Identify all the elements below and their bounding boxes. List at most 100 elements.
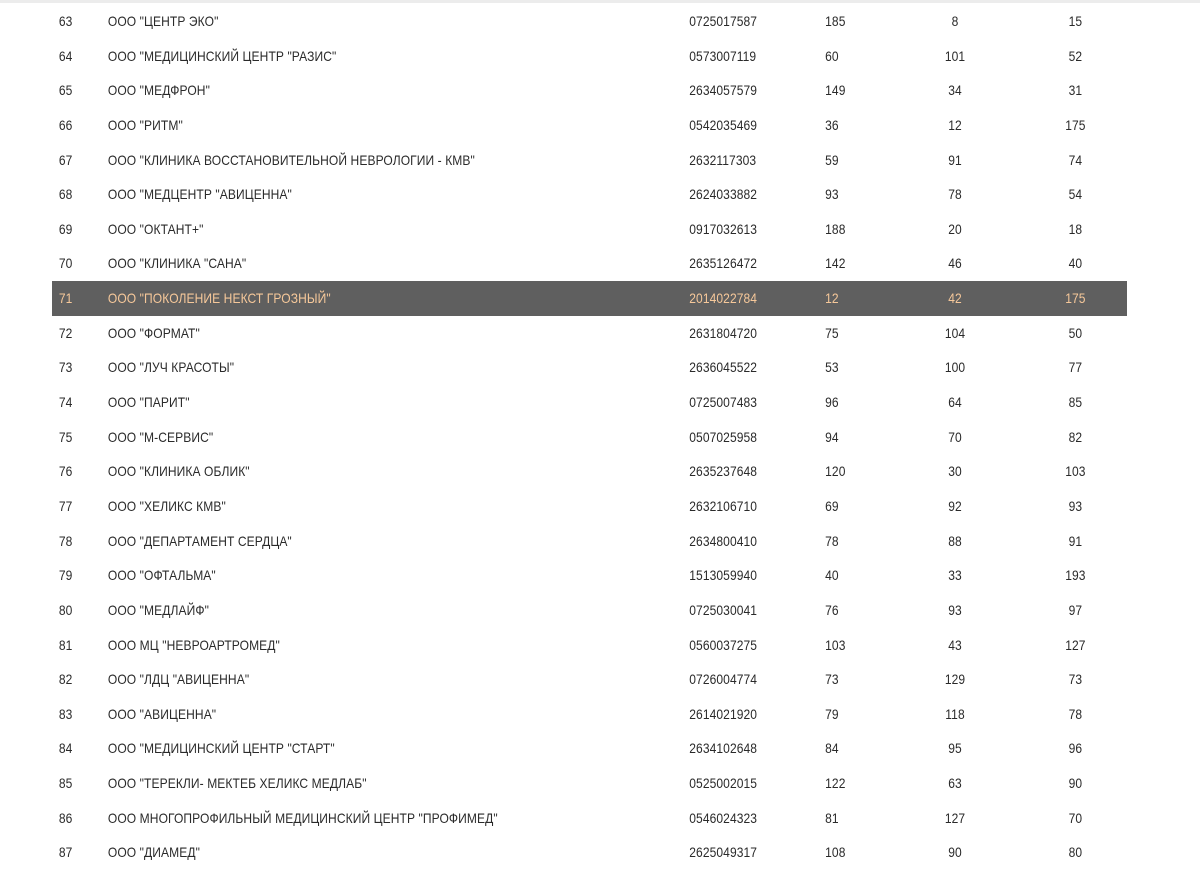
score-c: 18 xyxy=(1068,220,1083,237)
organization-name: ООО "ОФТАЛЬМА" xyxy=(107,567,216,584)
score-b: 33 xyxy=(948,567,962,584)
table-row: 69 ООО "ОКТАНТ+" 0917032613 188 20 18 xyxy=(52,212,1127,247)
score-a: 142 xyxy=(825,255,846,272)
table-row: 64 ООО "МЕДИЦИНСКИЙ ЦЕНТР "РАЗИС" 05730071… xyxy=(52,39,1127,74)
score-a: 36 xyxy=(825,116,839,133)
score-b: 12 xyxy=(948,116,962,133)
table-row: 86 ООО МНОГОПРОФИЛЬНЫЙ МЕДИЦИНСКИЙ ЦЕНТР … xyxy=(52,801,1127,836)
score-a: 185 xyxy=(825,13,846,29)
score-a: 108 xyxy=(825,844,846,861)
organization-name: ООО "МЕДИЦИНСКИЙ ЦЕНТР "РАЗИС" xyxy=(107,47,337,64)
inn-value: 0573007119 xyxy=(689,47,757,64)
score-b: 30 xyxy=(948,463,962,480)
table-row: 63 ООО "ЦЕНТР ЭКО" 0725017587 185 8 15 xyxy=(52,4,1127,39)
row-number: 80 xyxy=(58,601,73,618)
score-a: 84 xyxy=(825,740,839,757)
inn-value: 0525002015 xyxy=(689,775,758,792)
score-b: 93 xyxy=(948,601,962,618)
inn-value: 0726004774 xyxy=(689,671,758,688)
table-row: 76 ООО "КЛИНИКА ОБЛИК" 2635237648 120 30 103 xyxy=(52,454,1127,489)
organization-name: ООО "КЛИНИКА ВОССТАНОВИТЕЛЬНОЙ НЕВРОЛОГИ… xyxy=(107,151,475,168)
inn-value: 2635126472 xyxy=(689,255,758,272)
inn-value: 1513059940 xyxy=(689,567,758,584)
score-a: 188 xyxy=(825,220,846,237)
score-c: 31 xyxy=(1068,82,1083,99)
score-c: 82 xyxy=(1068,428,1083,445)
row-number: 79 xyxy=(58,567,73,584)
score-b: 129 xyxy=(944,671,966,688)
row-number: 77 xyxy=(58,497,73,514)
table-row: 87 ООО "ДИАМЕД" 2625049317 108 90 80 xyxy=(52,835,1127,870)
score-b: 95 xyxy=(948,740,962,757)
inn-value: 0725007483 xyxy=(689,394,758,411)
table-row: 79 ООО "ОФТАЛЬМА" 1513059940 40 33 193 xyxy=(52,558,1127,593)
score-c: 127 xyxy=(1065,636,1086,653)
table-row: 82 ООО "ЛДЦ "АВИЦЕННА" 0726004774 73 129 73 xyxy=(52,662,1127,697)
table-row: 84 ООО "МЕДИЦИНСКИЙ ЦЕНТР "СТАРТ" 26341026… xyxy=(52,731,1127,766)
table-row: 65 ООО "МЕДФРОН" 2634057579 149 34 31 xyxy=(52,73,1127,108)
table-row: 72 ООО "ФОРМАТ" 2631804720 75 104 50 xyxy=(52,316,1127,351)
score-b: 20 xyxy=(948,220,962,237)
row-number: 72 xyxy=(58,324,73,341)
score-c: 175 xyxy=(1065,290,1086,307)
organization-name: ООО "РИТМ" xyxy=(107,116,183,133)
score-c: 93 xyxy=(1068,497,1083,514)
row-number: 68 xyxy=(58,186,73,203)
score-c: 15 xyxy=(1068,13,1083,29)
score-a: 94 xyxy=(825,428,839,445)
inn-value: 0542035469 xyxy=(689,116,758,133)
row-number: 64 xyxy=(58,47,73,64)
score-c: 74 xyxy=(1068,151,1083,168)
score-c: 85 xyxy=(1068,394,1083,411)
table-row: 80 ООО "МЕДЛАЙФ" 0725030041 76 93 97 xyxy=(52,593,1127,628)
score-b: 70 xyxy=(948,428,962,445)
inn-value: 2632106710 xyxy=(689,497,758,514)
score-a: 53 xyxy=(825,359,839,376)
row-number: 70 xyxy=(58,255,73,272)
table-row: 74 ООО "ПАРИТ" 0725007483 96 64 85 xyxy=(52,385,1127,420)
table-row: 67 ООО "КЛИНИКА ВОССТАНОВИТЕЛЬНОЙ НЕВРОЛО… xyxy=(52,143,1127,178)
organization-name: ООО "ЛУЧ КРАСОТЫ" xyxy=(107,359,235,376)
score-a: 122 xyxy=(825,775,846,792)
score-a: 79 xyxy=(825,705,839,722)
score-a: 81 xyxy=(825,809,839,826)
score-a: 103 xyxy=(825,636,846,653)
organization-name: ООО "ПОКОЛЕНИЕ НЕКСТ ГРОЗНЫЙ" xyxy=(107,290,331,307)
row-number: 85 xyxy=(58,775,73,792)
score-a: 59 xyxy=(825,151,839,168)
score-b: 88 xyxy=(948,532,962,549)
inn-value: 2632117303 xyxy=(689,151,757,168)
row-number: 82 xyxy=(58,671,73,688)
inn-value: 2635237648 xyxy=(689,463,758,480)
inn-value: 2636045522 xyxy=(689,359,758,376)
row-number: 71 xyxy=(58,290,73,307)
score-b: 46 xyxy=(948,255,962,272)
inn-value: 2631804720 xyxy=(689,324,758,341)
score-a: 149 xyxy=(825,82,846,99)
score-a: 40 xyxy=(825,567,839,584)
score-c: 40 xyxy=(1068,255,1083,272)
row-number: 69 xyxy=(58,220,73,237)
organization-name: ООО "ДЕПАРТАМЕНТ СЕРДЦА" xyxy=(107,532,292,549)
organization-name: ООО "ТЕРЕКЛИ- МЕКТЕБ ХЕЛИКС МЕДЛАБ" xyxy=(107,775,367,792)
score-b: 43 xyxy=(948,636,962,653)
score-c: 193 xyxy=(1065,567,1086,584)
score-b: 91 xyxy=(948,151,962,168)
score-c: 70 xyxy=(1068,809,1083,826)
inn-value: 2634102648 xyxy=(689,740,758,757)
organization-name: ООО "ДИАМЕД" xyxy=(107,844,200,861)
inn-value: 0560037275 xyxy=(689,636,758,653)
row-number: 81 xyxy=(58,636,73,653)
inn-value: 2634057579 xyxy=(689,82,758,99)
row-number: 74 xyxy=(58,394,73,411)
score-b: 127 xyxy=(944,809,966,826)
score-c: 78 xyxy=(1068,705,1083,722)
score-a: 76 xyxy=(825,601,839,618)
score-a: 12 xyxy=(825,290,839,307)
inn-value: 2624033882 xyxy=(689,186,758,203)
score-b: 104 xyxy=(944,324,966,341)
score-b: 100 xyxy=(944,359,966,376)
score-b: 90 xyxy=(948,844,962,861)
organization-name: ООО "ЛДЦ "АВИЦЕННА" xyxy=(107,671,250,688)
organization-name: ООО МЦ "НЕВРОАРТРОМЕД" xyxy=(107,636,280,653)
